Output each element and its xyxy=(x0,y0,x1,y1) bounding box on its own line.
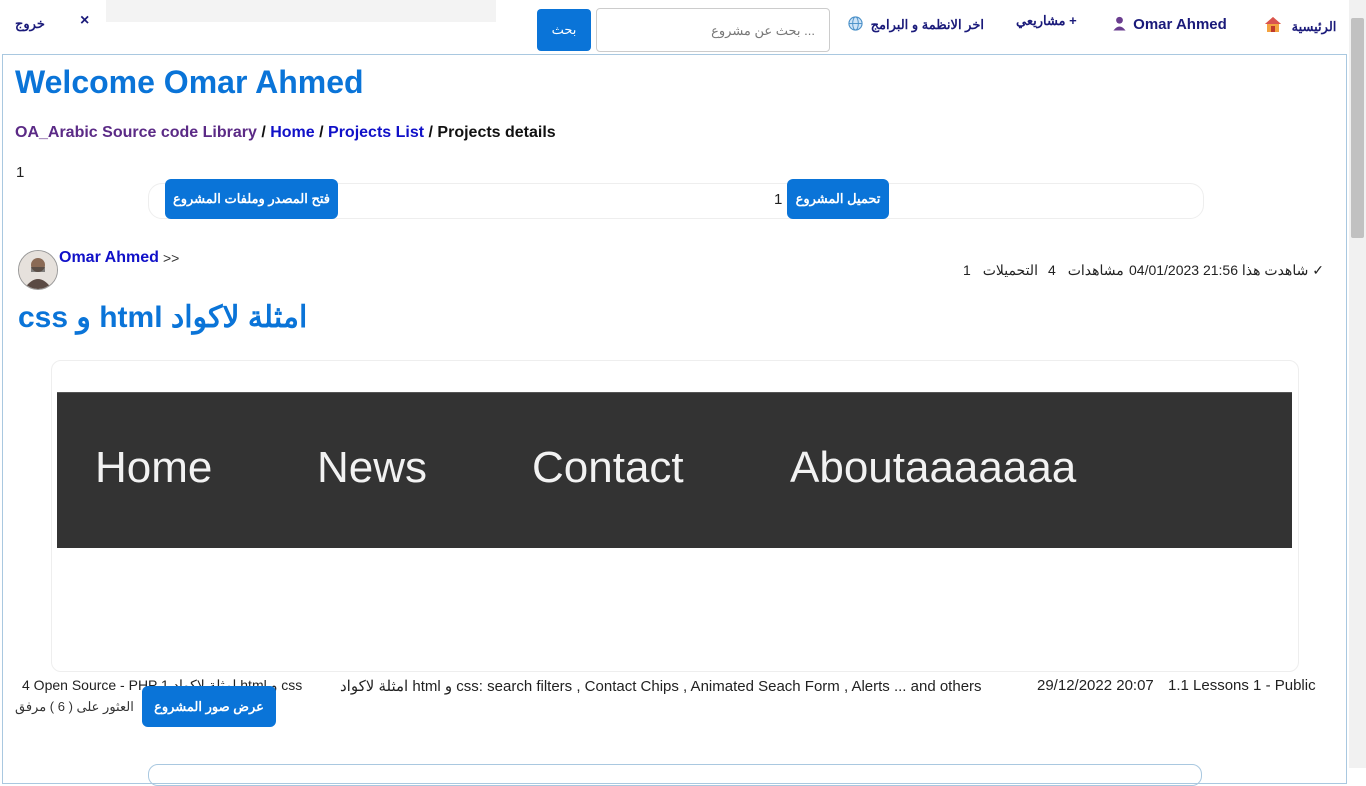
views-label: مشاهدات xyxy=(1067,262,1124,278)
breadcrumb-separator: / xyxy=(428,124,433,141)
seen-label: شاهدت هذا ✓ xyxy=(1241,262,1324,278)
breadcrumb-home[interactable]: Home xyxy=(270,124,314,141)
search-input[interactable] xyxy=(596,8,830,52)
attachments-count: العثور على ( 6 ) مرفق xyxy=(15,699,134,714)
download-count: 1 xyxy=(774,191,783,208)
breadcrumb-separator: / xyxy=(319,124,324,141)
nav-spacer xyxy=(106,0,496,22)
breadcrumb-projects-list[interactable]: Projects List xyxy=(328,124,424,141)
seen-stat: 04/01/2023 21:56 شاهدت هذا ✓ xyxy=(1129,262,1324,279)
open-source-files-button[interactable]: فتح المصدر وملفات المشروع xyxy=(165,179,338,219)
preview-nav-contact: Contact xyxy=(532,443,684,492)
downloads-stat: 1 التحميلات xyxy=(963,262,1038,279)
avatar[interactable] xyxy=(18,250,58,290)
views-count: 4 xyxy=(1048,262,1056,278)
nav-latest-systems-label: اخر الانظمة و البرامج xyxy=(870,17,984,32)
author-suffix: >> xyxy=(163,250,180,266)
nav-my-projects[interactable]: مشاريعي + xyxy=(1016,13,1077,29)
view-images-button[interactable]: عرض صور المشروع xyxy=(142,686,276,727)
breadcrumb-library[interactable]: OA_Arabic Source code Library xyxy=(15,124,257,141)
search-button[interactable]: بحث xyxy=(537,9,591,51)
globe-icon xyxy=(848,16,863,34)
breadcrumb: OA_Arabic Source code Library / Home / P… xyxy=(15,124,556,142)
nav-home-label: الرئيسية xyxy=(1291,19,1337,34)
preview-nav-news: News xyxy=(317,443,428,492)
project-description: امثلة لاكواد html و css: search filters … xyxy=(340,678,982,695)
project-date: 04/01/2023 21:56 xyxy=(1129,262,1238,278)
nav-latest-systems[interactable]: اخر الانظمة و البرامج xyxy=(848,16,984,34)
close-icon[interactable]: × xyxy=(80,12,89,30)
nav-home[interactable]: الرئيسية xyxy=(1264,16,1336,36)
user-icon xyxy=(1112,15,1127,35)
views-stat: 4 مشاهدات xyxy=(1048,262,1124,279)
author-link[interactable]: Omar Ahmed xyxy=(59,249,159,267)
nav-user-name: Omar Ahmed xyxy=(1133,16,1227,33)
project-meta-right: 1.1 Lessons 1 - Public xyxy=(1168,677,1316,694)
home-icon xyxy=(1264,16,1282,36)
preview-nav-about: Aboutaaaaaaa xyxy=(790,443,1077,492)
preview-nav-home: Home xyxy=(95,443,213,492)
project-created: 29/12/2022 20:07 xyxy=(1037,677,1154,694)
download-project-button[interactable]: تحميل المشروع xyxy=(787,179,889,219)
downloads-label: التحميلات xyxy=(982,262,1038,278)
page-counter: 1 xyxy=(16,164,25,181)
logout-link[interactable]: خروج xyxy=(15,16,45,32)
page-title: Welcome Omar Ahmed xyxy=(15,64,364,100)
breadcrumb-current: Projects details xyxy=(437,124,556,141)
next-section-container xyxy=(148,764,1202,786)
scrollbar-thumb[interactable] xyxy=(1351,18,1364,238)
project-title: امثلة لاكواد html و css xyxy=(18,301,308,334)
downloads-count: 1 xyxy=(963,262,971,278)
nav-user[interactable]: Omar Ahmed xyxy=(1112,15,1227,35)
top-navbar: خروج × بحث اخر الانظمة و البرامج مشاريعي… xyxy=(0,0,1350,54)
breadcrumb-separator: / xyxy=(261,124,266,141)
